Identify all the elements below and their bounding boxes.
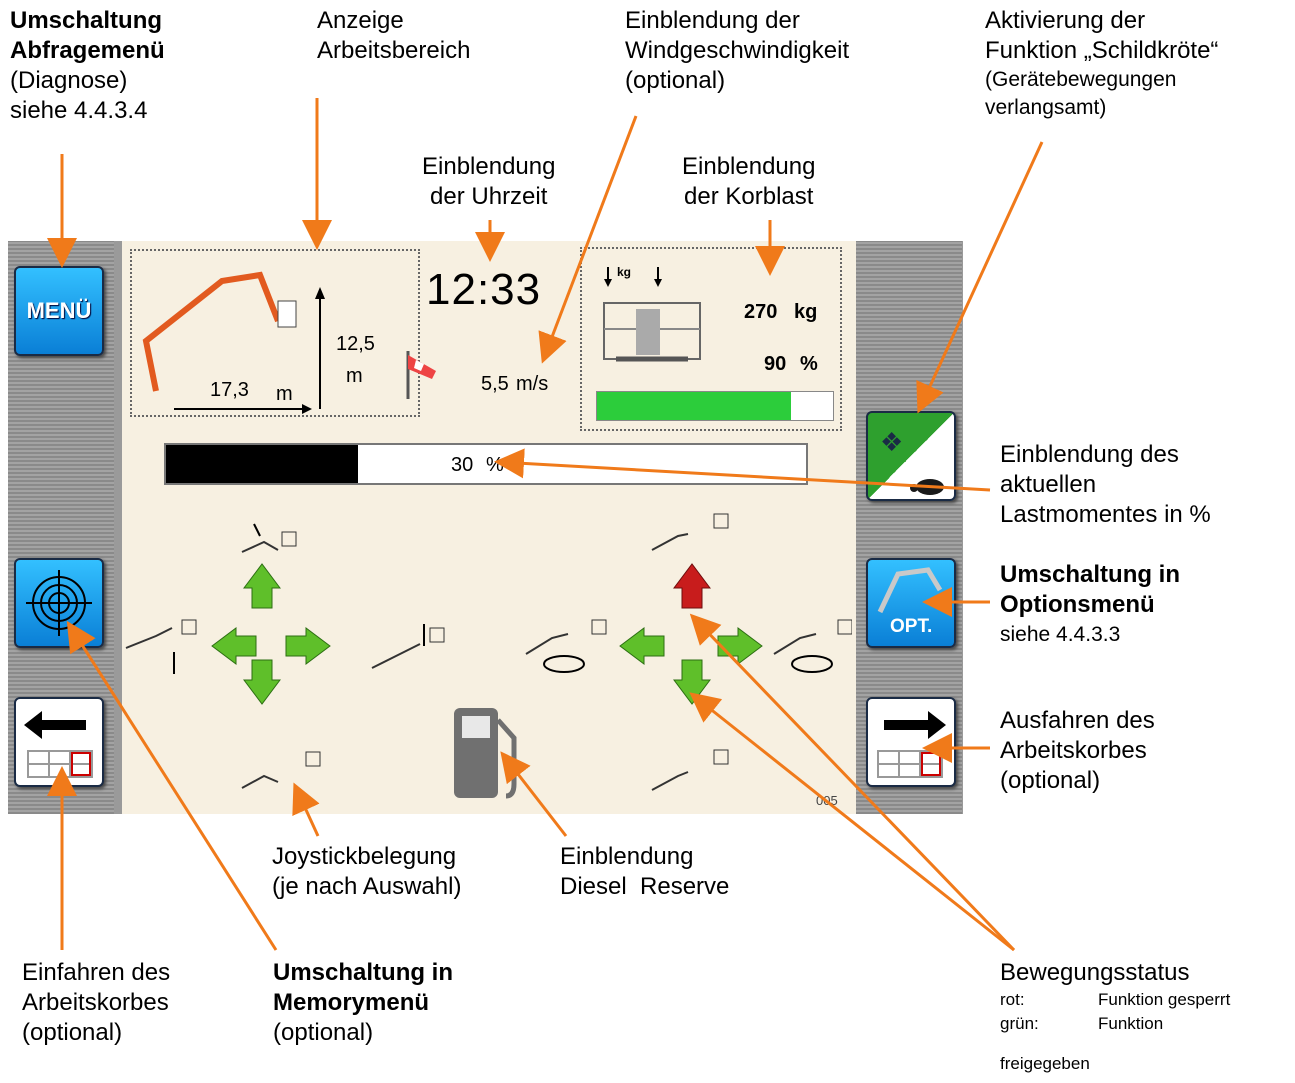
arrow-load-moment bbox=[494, 448, 991, 492]
arrow-diesel bbox=[500, 751, 568, 837]
arrow-turtle bbox=[916, 141, 1044, 414]
arrow-status-red bbox=[689, 613, 1016, 952]
arrow-wind bbox=[538, 115, 638, 364]
arrow-memory bbox=[66, 620, 278, 951]
arrow-joystick bbox=[292, 782, 320, 837]
arrow-status-green bbox=[689, 692, 1015, 952]
annotation-arrows bbox=[47, 98, 1044, 952]
